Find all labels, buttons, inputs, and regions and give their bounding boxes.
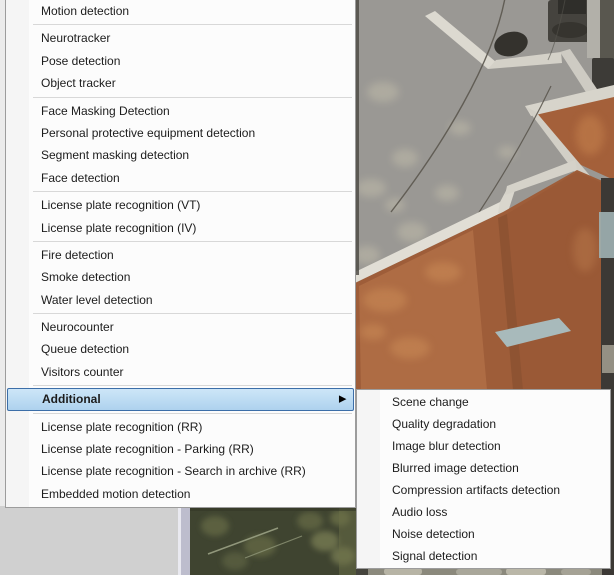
menu-separator [33, 240, 352, 242]
menu-item-neurotracker[interactable]: Neurotracker [6, 27, 355, 49]
camera-view-rooftop [355, 0, 614, 390]
menu-item-water-level-detection[interactable]: Water level detection [6, 289, 355, 311]
additional-submenu: Scene change Quality degradation Image b… [356, 389, 611, 569]
menu-separator [33, 313, 352, 315]
menu-item-visitors-counter[interactable]: Visitors counter [6, 361, 355, 383]
submenu-item-compression-artifacts-detection[interactable]: Compression artifacts detection [357, 479, 610, 501]
camera-view-vegetation [190, 506, 356, 575]
menu-item-label: Additional [42, 392, 101, 407]
detection-tools-context-menu: Motion detection Neurotracker Pose detec… [5, 0, 356, 509]
menu-separator [33, 24, 352, 26]
menu-separator [33, 191, 352, 193]
submenu-item-signal-detection[interactable]: Signal detection [357, 545, 610, 567]
submenu-item-image-blur-detection[interactable]: Image blur detection [357, 435, 610, 457]
vegetation-scene-graphic [190, 506, 356, 575]
menu-separator [33, 385, 352, 387]
submenu-item-noise-detection[interactable]: Noise detection [357, 523, 610, 545]
bottom-left-panel [0, 506, 178, 575]
menu-item-object-tracker[interactable]: Object tracker [6, 72, 355, 94]
menu-item-pose-detection[interactable]: Pose detection [6, 50, 355, 72]
menu-item-lpr-parking-rr[interactable]: License plate recognition - Parking (RR) [6, 438, 355, 460]
menu-separator [33, 412, 352, 414]
menu-item-ppe-detection[interactable]: Personal protective equipment detection [6, 122, 355, 144]
menu-item-lpr-search-archive-rr[interactable]: License plate recognition - Search in ar… [6, 460, 355, 482]
menu-item-smoke-detection[interactable]: Smoke detection [6, 266, 355, 288]
menu-item-embedded-motion-detection[interactable]: Embedded motion detection [6, 483, 355, 505]
menu-item-motion-detection[interactable]: Motion detection [6, 0, 355, 22]
menu-item-lpr-vt[interactable]: License plate recognition (VT) [6, 194, 355, 216]
menu-item-lpr-rr[interactable]: License plate recognition (RR) [6, 416, 355, 438]
menu-item-face-masking-detection[interactable]: Face Masking Detection [6, 100, 355, 122]
submenu-item-quality-degradation[interactable]: Quality degradation [357, 413, 610, 435]
screen: Motion detection Neurotracker Pose detec… [0, 0, 614, 575]
menu-item-face-detection[interactable]: Face detection [6, 167, 355, 189]
submenu-item-blurred-image-detection[interactable]: Blurred image detection [357, 457, 610, 479]
menu-item-segment-masking-detection[interactable]: Segment masking detection [6, 144, 355, 166]
menu-item-additional[interactable]: Additional ▶ [7, 388, 354, 411]
menu-item-lpr-iv[interactable]: License plate recognition (IV) [6, 217, 355, 239]
panel-divider [178, 506, 190, 575]
menu-separator [33, 96, 352, 98]
submenu-item-scene-change[interactable]: Scene change [357, 391, 610, 413]
menu-item-fire-detection[interactable]: Fire detection [6, 244, 355, 266]
menu-item-queue-detection[interactable]: Queue detection [6, 338, 355, 360]
submenu-item-audio-loss[interactable]: Audio loss [357, 501, 610, 523]
rooftop-scene-graphic [355, 0, 614, 390]
submenu-arrow-icon: ▶ [339, 393, 346, 404]
menu-item-neurocounter[interactable]: Neurocounter [6, 316, 355, 338]
